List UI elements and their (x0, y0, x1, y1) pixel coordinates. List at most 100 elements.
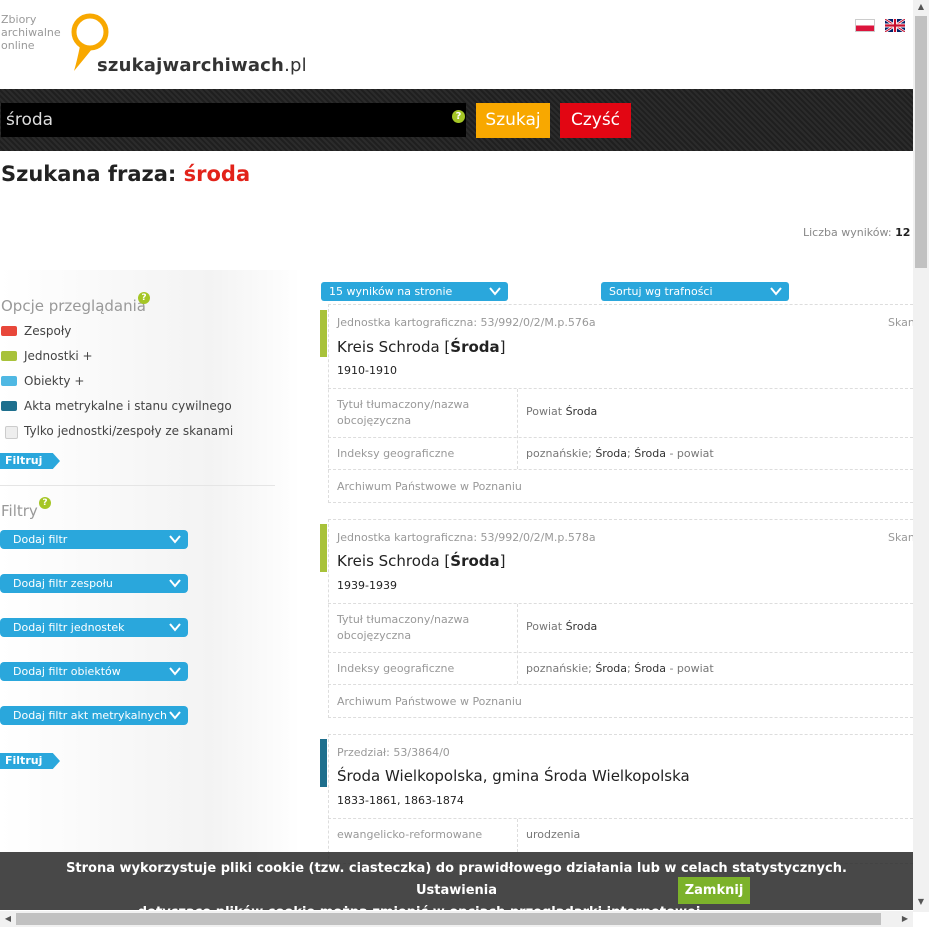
swatch-akta (1, 401, 17, 411)
title-part: Środa (544, 767, 588, 785)
result-meta: Jednostka kartograficzna: 53/992/0/2/M.p… (337, 316, 596, 329)
logo-text-main: szukajwarchiwach (97, 55, 285, 76)
swatch-zespoly (1, 326, 17, 336)
value-highlight: Środa (634, 662, 666, 675)
value-highlight: Środa (595, 447, 628, 460)
help-icon[interactable]: ? (452, 110, 465, 123)
page-title: Szukana fraza: środa (1, 162, 250, 186)
result-archive[interactable]: Archiwum Państwowe w Poznaniu (337, 695, 522, 708)
add-object-filter-dropdown[interactable]: Dodaj filtr obiektów (0, 662, 188, 681)
title-part: Środa (337, 767, 381, 785)
chevron-down-icon (169, 711, 181, 720)
scroll-left-icon[interactable]: ◀ (0, 914, 16, 923)
chevron-down-icon (169, 535, 181, 544)
add-fond-filter-dropdown[interactable]: Dodaj filtr zespołu (0, 574, 188, 593)
dropdown-label: Dodaj filtr akt metrykalnych (13, 709, 168, 722)
value-highlight: Środa (565, 620, 598, 633)
logo-tagline: Zbiory archiwalne online (1, 13, 71, 52)
field-label: ewangelicko-reformowane (337, 828, 483, 841)
field-value: Powiat Środa (526, 620, 597, 633)
scroll-up-icon[interactable]: ▲ (913, 2, 929, 11)
chevron-down-icon (169, 667, 181, 676)
value-part: - powiat (665, 447, 714, 460)
scan-link[interactable]: Skan (888, 531, 915, 544)
result-dates: 1910-1910 (337, 364, 397, 377)
option-jednostki[interactable]: Jednostki + (24, 349, 93, 363)
results-count: Liczba wyników: 12 (803, 226, 910, 239)
sort-dropdown[interactable]: Sortuj wg trafności (601, 282, 789, 301)
scan-link[interactable]: Skan (888, 316, 915, 329)
title-part: ] (499, 552, 506, 570)
chevron-down-icon (489, 287, 501, 296)
horizontal-scroll-thumb[interactable] (16, 913, 881, 925)
vertical-scroll-thumb[interactable] (915, 16, 927, 268)
search-input[interactable] (1, 103, 466, 137)
field-value: Powiat Środa (526, 405, 597, 418)
result-archive[interactable]: Archiwum Państwowe w Poznaniu (337, 480, 522, 493)
scroll-down-icon[interactable]: ▼ (913, 897, 929, 906)
tagline-line: online (1, 39, 35, 52)
result-title[interactable]: Środa Wielkopolska, gmina Środa Wielkopo… (337, 767, 690, 785)
cookie-close-button[interactable]: Zamknij (678, 877, 750, 904)
result-meta: Przedział: 53/3864/0 (337, 746, 450, 759)
dropdown-label: Sortuj wg trafności (609, 285, 713, 298)
divider (0, 485, 275, 486)
row-divider (328, 437, 913, 438)
field-value: poznańskie; Środa; Środa - powiat (526, 447, 714, 460)
filter-button[interactable]: Filtruj (0, 753, 60, 769)
result-type-bar (320, 739, 327, 787)
results-count-value: 12 (895, 226, 911, 239)
value-part: Powiat (526, 405, 566, 418)
pl-flag-icon[interactable] (855, 19, 875, 32)
filters-title: Filtry (1, 502, 38, 520)
value-highlight: Środa (634, 447, 666, 460)
add-filter-dropdown[interactable]: Dodaj filtr (0, 530, 188, 549)
row-divider (328, 603, 913, 604)
title-prefix: Szukana fraza: (1, 162, 184, 186)
field-label: Indeksy geograficzne (337, 447, 455, 460)
option-obiekty[interactable]: Obiekty + (24, 374, 84, 388)
value-highlight: Środa (565, 405, 598, 418)
add-registry-filter-dropdown[interactable]: Dodaj filtr akt metrykalnych (0, 706, 188, 725)
clear-button[interactable]: Czyść (560, 103, 631, 138)
field-value: urodzenia (526, 828, 581, 841)
column-divider (517, 389, 519, 469)
filter-button[interactable]: Filtruj (0, 453, 60, 469)
result-meta: Jednostka kartograficzna: 53/992/0/2/M.p… (337, 531, 596, 544)
en-flag-icon[interactable] (885, 19, 905, 32)
field-value: poznańskie; Środa; Środa - powiat (526, 662, 714, 675)
title-part: Wielkopolska (587, 767, 690, 785)
logo-text[interactable]: szukajwarchiwach.pl (97, 55, 307, 76)
result-title[interactable]: Kreis Schroda [Środa] (337, 338, 506, 356)
value-part: Powiat (526, 620, 566, 633)
swatch-obiekty (1, 376, 17, 386)
row-divider (328, 469, 913, 470)
scans-only-checkbox[interactable] (5, 426, 18, 439)
result-dates: 1833-1861, 1863-1874 (337, 794, 464, 807)
row-divider (328, 388, 913, 389)
search-phrase: środa (183, 162, 251, 186)
value-part: - powiat (665, 662, 714, 675)
scans-only-label[interactable]: Tylko jednostki/zespoły ze skanami (24, 424, 233, 438)
field-label: Indeksy geograficzne (337, 662, 455, 675)
title-part: Kreis Schroda [ (337, 338, 451, 356)
help-icon[interactable]: ? (39, 497, 51, 509)
chevron-down-icon (770, 287, 782, 296)
value-part: poznańskie; (526, 447, 596, 460)
help-icon[interactable]: ? (138, 292, 150, 304)
title-part: ] (499, 338, 506, 356)
option-zespoly[interactable]: Zespoły (24, 324, 71, 338)
row-divider (328, 818, 913, 819)
scroll-right-icon[interactable]: ▶ (897, 914, 913, 923)
search-button[interactable]: Szukaj (476, 103, 550, 138)
result-dates: 1939-1939 (337, 579, 397, 592)
result-title[interactable]: Kreis Schroda [Środa] (337, 552, 506, 570)
title-highlight: Środa (450, 552, 500, 570)
add-unit-filter-dropdown[interactable]: Dodaj filtr jednostek (0, 618, 188, 637)
dropdown-label: Dodaj filtr obiektów (13, 665, 121, 678)
per-page-dropdown[interactable]: 15 wyników na stronie (321, 282, 508, 301)
option-akta-metrykalne[interactable]: Akta metrykalne i stanu cywilnego (24, 399, 232, 413)
title-part: Wielkopolska, gmina (380, 767, 545, 785)
result-type-bar (320, 524, 327, 572)
column-divider (517, 819, 519, 852)
